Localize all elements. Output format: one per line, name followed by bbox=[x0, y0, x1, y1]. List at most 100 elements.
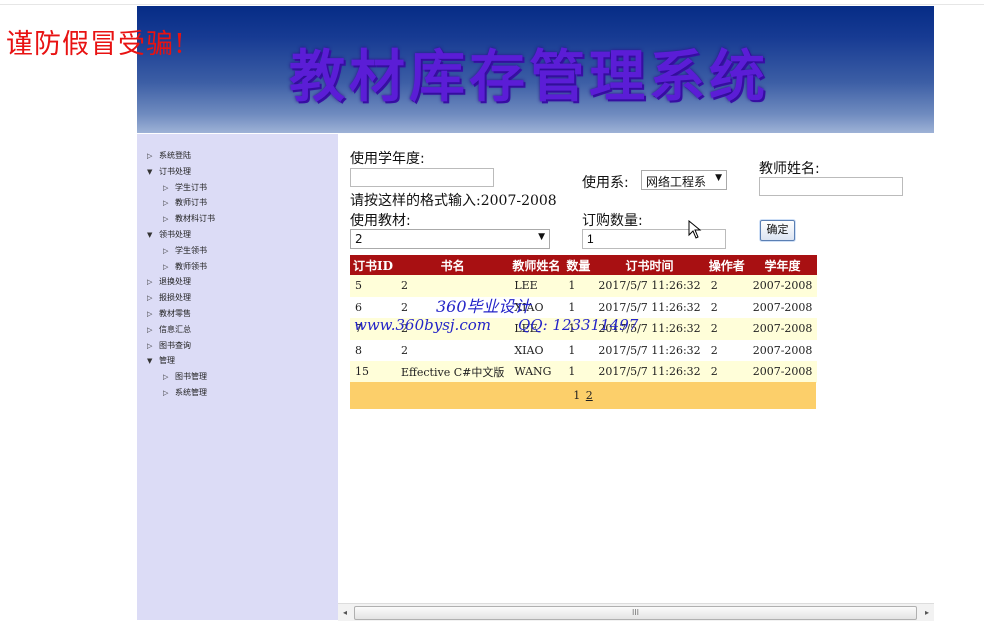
nav-item[interactable]: ▷ 报损处理 bbox=[147, 290, 215, 306]
nav-item[interactable]: ▷ 信息汇总 bbox=[147, 322, 215, 338]
collapsed-triangle-icon[interactable]: ▷ bbox=[147, 339, 159, 355]
table-cell: 8 bbox=[350, 339, 397, 361]
collapsed-triangle-icon[interactable]: ▷ bbox=[147, 307, 159, 323]
collapsed-triangle-icon[interactable]: ▷ bbox=[163, 370, 175, 386]
nav-item-label: 学生订书 bbox=[175, 182, 207, 192]
nav-item[interactable]: ▷ 教师领书 bbox=[147, 259, 215, 275]
nav-item-label: 退换处理 bbox=[159, 277, 191, 287]
nav-item-label: 系统登陆 bbox=[159, 151, 191, 160]
nav-item-label: 报损处理 bbox=[159, 293, 191, 303]
table-cell: 2017/5/7 11:26:32 bbox=[593, 339, 706, 361]
nav-item-label: 信息汇总 bbox=[159, 324, 191, 334]
confirm-button[interactable]: 确定 bbox=[760, 220, 795, 241]
nav-tree: ▷ 系统登陆 ▼ 订书处理 ▷ 学生订书 ▷ 教师订书 ▷ 教材科订书 ▼ 领书处理 ▷ 学生领书 ▷ 教师领… bbox=[147, 148, 215, 401]
table-cell: Effective C#中文版 bbox=[396, 361, 510, 383]
collapsed-triangle-icon[interactable]: ▷ bbox=[163, 196, 175, 212]
scroll-thumb[interactable]: III bbox=[354, 606, 917, 620]
table-row: 5 2 LEE 1 2017/5/7 11:26:32 2 2007-2008 bbox=[350, 275, 818, 297]
table-cell: 2 bbox=[705, 296, 748, 318]
nav-item-label: 教师订书 bbox=[175, 198, 207, 208]
column-header: 书名 bbox=[396, 255, 510, 275]
nav-item[interactable]: ▷ 教材科订书 bbox=[147, 211, 215, 227]
page-link-2[interactable]: 2 bbox=[586, 389, 593, 402]
nav-item[interactable]: ▷ 系统登陆 bbox=[147, 148, 215, 164]
table-cell: 1 bbox=[563, 361, 594, 383]
collapsed-triangle-icon[interactable]: ▷ bbox=[147, 275, 159, 291]
mouse-cursor-icon bbox=[688, 220, 702, 239]
nav-item[interactable]: ▼ 领书处理 bbox=[147, 227, 215, 243]
table-cell: 15 bbox=[350, 361, 397, 383]
table-cell: 2 bbox=[396, 339, 510, 361]
table-cell: WANG bbox=[509, 361, 564, 383]
dept-label: 使用系: bbox=[582, 175, 629, 191]
chevron-down-icon: ▼ bbox=[538, 232, 545, 242]
collapsed-triangle-icon[interactable]: ▷ bbox=[163, 181, 175, 197]
nav-item[interactable]: ▼ 订书处理 bbox=[147, 164, 215, 180]
top-border bbox=[0, 0, 984, 5]
collapsed-triangle-icon[interactable]: ▷ bbox=[147, 291, 159, 307]
dept-select[interactable]: 网络工程系 ▼ bbox=[641, 170, 727, 190]
nav-item[interactable]: ▷ 图书管理 bbox=[147, 369, 215, 385]
scroll-left-icon[interactable]: ◂ bbox=[338, 604, 352, 621]
collapsed-triangle-icon[interactable]: ▷ bbox=[163, 244, 175, 260]
column-header: 学年度 bbox=[747, 255, 818, 275]
watermark-qq: QQ: 123311497 bbox=[518, 316, 639, 334]
book-select[interactable]: 2 ▼ bbox=[350, 229, 550, 249]
banner: 教材库存管理系统 bbox=[137, 6, 934, 133]
table-cell: 2017/5/7 11:26:32 bbox=[593, 361, 706, 383]
qty-label: 订购数量: bbox=[582, 213, 643, 229]
table-cell: 2 bbox=[705, 339, 748, 361]
qty-input[interactable] bbox=[582, 229, 726, 249]
format-hint: 请按这样的格式输入:2007-2008 bbox=[350, 193, 557, 209]
table-row: 6 2 XIAO 1 2017/5/7 11:26:32 2 2007-2008 bbox=[350, 296, 818, 318]
column-header: 操作者 bbox=[705, 255, 748, 275]
teacher-input[interactable] bbox=[759, 177, 903, 196]
collapsed-triangle-icon[interactable]: ▷ bbox=[163, 212, 175, 228]
table-cell: 6 bbox=[350, 296, 397, 318]
table-cell: 2 bbox=[705, 361, 748, 383]
expanded-triangle-icon[interactable]: ▼ bbox=[147, 228, 159, 244]
book-label: 使用教材: bbox=[350, 213, 411, 229]
nav-item[interactable]: ▷ 教材零售 bbox=[147, 306, 215, 322]
sidebar: ▷ 系统登陆 ▼ 订书处理 ▷ 学生订书 ▷ 教师订书 ▷ 教材科订书 ▼ 领书处理 ▷ 学生领书 ▷ 教师领… bbox=[137, 134, 338, 620]
nav-item[interactable]: ▷ 退换处理 bbox=[147, 274, 215, 290]
main-panel: 使用学年度: 请按这样的格式输入:2007-2008 使用系: 网络工程系 ▼ … bbox=[338, 134, 934, 620]
column-header: 订书时间 bbox=[593, 255, 706, 275]
scroll-right-icon[interactable]: ▸ bbox=[920, 604, 934, 621]
nav-item[interactable]: ▼ 管理 bbox=[147, 353, 215, 369]
banner-title: 教材库存管理系统 bbox=[289, 44, 769, 110]
table-cell: XIAO bbox=[509, 339, 564, 361]
column-header: 数量 bbox=[563, 255, 594, 275]
pager: 1 2 bbox=[350, 382, 816, 409]
collapsed-triangle-icon[interactable]: ▷ bbox=[147, 323, 159, 339]
collapsed-triangle-icon[interactable]: ▷ bbox=[147, 149, 159, 165]
nav-item-label: 订书处理 bbox=[159, 166, 191, 176]
horizontal-scrollbar[interactable]: ◂ III ▸ bbox=[338, 603, 934, 621]
nav-item[interactable]: ▷ 教师订书 bbox=[147, 195, 215, 211]
watermark-title: 360毕业设计 bbox=[436, 297, 531, 316]
table-cell: 2017/5/7 11:26:32 bbox=[593, 275, 706, 297]
collapsed-triangle-icon[interactable]: ▷ bbox=[163, 260, 175, 276]
nav-item-label: 领书处理 bbox=[159, 229, 191, 239]
table-cell: 5 bbox=[350, 275, 397, 297]
page-current: 1 bbox=[573, 389, 581, 402]
table-cell: 2 bbox=[705, 275, 748, 297]
table-cell: 2007-2008 bbox=[747, 339, 818, 361]
expanded-triangle-icon[interactable]: ▼ bbox=[147, 165, 159, 181]
nav-item-label: 系统管理 bbox=[175, 387, 207, 397]
watermark-site: www.360bysj.com bbox=[354, 316, 491, 334]
collapsed-triangle-icon[interactable]: ▷ bbox=[163, 386, 175, 402]
column-header: 订书ID bbox=[350, 255, 397, 275]
nav-item-label: 图书查询 bbox=[159, 340, 191, 350]
nav-item[interactable]: ▷ 图书查询 bbox=[147, 338, 215, 354]
dept-value: 网络工程系 bbox=[646, 175, 707, 189]
nav-item[interactable]: ▷ 学生领书 bbox=[147, 243, 215, 259]
expanded-triangle-icon[interactable]: ▼ bbox=[147, 354, 159, 370]
nav-item[interactable]: ▷ 学生订书 bbox=[147, 180, 215, 196]
table-row: 15 Effective C#中文版 WANG 1 2017/5/7 11:26:32 2… bbox=[350, 361, 818, 383]
year-input[interactable] bbox=[350, 168, 494, 187]
warning-text: 谨防假冒受骗! bbox=[6, 29, 186, 60]
nav-item[interactable]: ▷ 系统管理 bbox=[147, 385, 215, 401]
table-cell: 2007-2008 bbox=[747, 361, 818, 383]
column-header: 教师姓名 bbox=[509, 255, 564, 275]
